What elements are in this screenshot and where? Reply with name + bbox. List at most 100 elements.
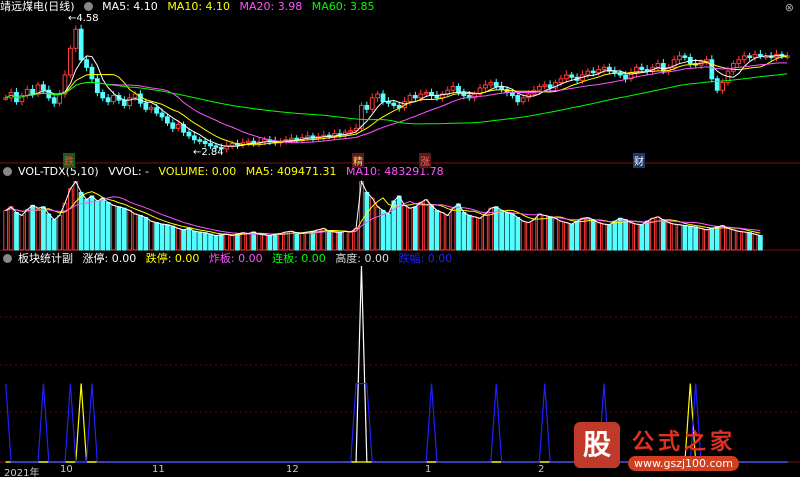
volume-bar <box>704 229 709 251</box>
candle <box>682 55 688 58</box>
candle <box>105 97 111 103</box>
candle <box>483 84 488 89</box>
candle <box>175 124 181 129</box>
candle <box>148 107 154 110</box>
volume-bar <box>515 217 521 251</box>
volume-bar <box>181 229 186 251</box>
candle <box>720 82 726 91</box>
candle <box>369 97 375 110</box>
candle <box>289 137 294 141</box>
volume-bar <box>224 233 230 251</box>
volume-bar <box>580 217 585 251</box>
volume-bar <box>8 206 14 251</box>
signal-tag-zhang[interactable]: 涨 <box>419 153 431 168</box>
volume-bar <box>660 219 666 251</box>
volume-bar <box>138 214 143 251</box>
candle <box>612 70 618 74</box>
dieting-label: 跌停: 0.00 <box>145 252 200 265</box>
candle <box>121 99 127 106</box>
board-indicator-name[interactable]: 板块统计副 <box>18 252 73 265</box>
volume-bar <box>461 212 467 251</box>
candle <box>752 53 758 58</box>
candle <box>677 55 682 61</box>
volume-bar <box>175 227 181 251</box>
volume-bar <box>310 230 316 251</box>
board-header: 板块统计副 涨停: 0.00 跌停: 0.00 炸板: 0.00 连板: 0.0… <box>0 252 458 266</box>
signal-tag-jing[interactable]: 精 <box>352 153 364 168</box>
volume-bar <box>650 217 655 251</box>
candle <box>73 28 79 49</box>
candle <box>57 93 62 104</box>
candle <box>380 93 386 103</box>
volume-bar <box>402 204 407 251</box>
volume-bar <box>407 207 413 251</box>
candle <box>747 55 752 58</box>
volume-bar <box>639 224 645 251</box>
volume-bar <box>741 231 747 251</box>
chart-canvas <box>0 24 800 463</box>
close-icon[interactable]: ⊗ <box>785 1 794 14</box>
volume-bar <box>747 232 752 251</box>
board-gear-icon[interactable] <box>3 254 12 263</box>
candle <box>714 78 720 91</box>
volume-bar <box>472 216 478 251</box>
candle <box>202 140 208 145</box>
volume-bar <box>477 217 483 251</box>
vvol-label: VVOL: - <box>108 165 150 178</box>
volume-bar <box>628 222 634 251</box>
settings-gear-icon[interactable] <box>83 2 93 11</box>
volume-bar <box>127 209 133 251</box>
candle <box>24 88 30 97</box>
stock-name[interactable]: 靖远煤电(日线) <box>0 0 75 13</box>
ma60-label: MA60: 3.85 <box>311 0 375 13</box>
zhangting-label: 涨停: 0.00 <box>82 252 137 265</box>
candle <box>159 112 165 118</box>
volume-bar <box>526 222 531 251</box>
candle <box>520 97 526 103</box>
volume-bar <box>450 207 456 251</box>
volume-bar <box>218 234 224 251</box>
volume-bar <box>504 212 510 251</box>
volume-gear-icon[interactable] <box>3 167 12 176</box>
volume-bar <box>256 233 262 251</box>
volume-bar <box>105 201 111 251</box>
candle <box>639 66 645 71</box>
watermark-title: 公式之家 <box>632 430 737 455</box>
candle <box>245 140 251 144</box>
volume-bar <box>731 229 736 251</box>
x-label-nov: 11 <box>152 464 165 475</box>
volume-indicator-name[interactable]: VOL-TDX(5,10) <box>18 165 99 178</box>
diefu-label: 跌幅: 0.00 <box>398 252 453 265</box>
signal-tag-die[interactable]: 跌 <box>63 153 75 168</box>
x-label-jan: 1 <box>425 464 432 475</box>
volume-bar <box>208 233 213 251</box>
candle <box>450 85 456 91</box>
volume-bar <box>148 220 154 251</box>
volume-bar <box>121 207 127 251</box>
candle <box>229 143 235 147</box>
volume-bar <box>245 232 251 251</box>
volume-bar <box>736 230 742 251</box>
price-header: 靖远煤电(日线) MA5: 4.10 MA10: 4.10 MA20: 3.98… <box>0 0 380 14</box>
volume-bar <box>553 217 558 251</box>
volume-bar <box>671 223 677 251</box>
volume-bar <box>278 232 283 251</box>
volume-bar <box>132 213 138 251</box>
volume-bar <box>617 217 623 251</box>
candle <box>601 66 607 71</box>
candle <box>111 95 116 103</box>
volume-label: VOLUME: 0.00 <box>158 165 237 178</box>
volume-bar <box>456 203 461 251</box>
candle <box>348 130 354 133</box>
signal-tag-cai[interactable]: 财 <box>633 153 645 168</box>
x-label-dec: 12 <box>286 464 299 475</box>
volume-bar <box>337 232 343 251</box>
candle <box>596 69 602 74</box>
volume-bar <box>89 195 95 251</box>
volume-bar <box>299 232 305 251</box>
candle <box>412 95 418 99</box>
volume-bar <box>348 231 354 251</box>
candle <box>30 88 36 95</box>
volume-bar <box>693 226 699 251</box>
low-price-label: ←2.84 <box>193 147 224 158</box>
